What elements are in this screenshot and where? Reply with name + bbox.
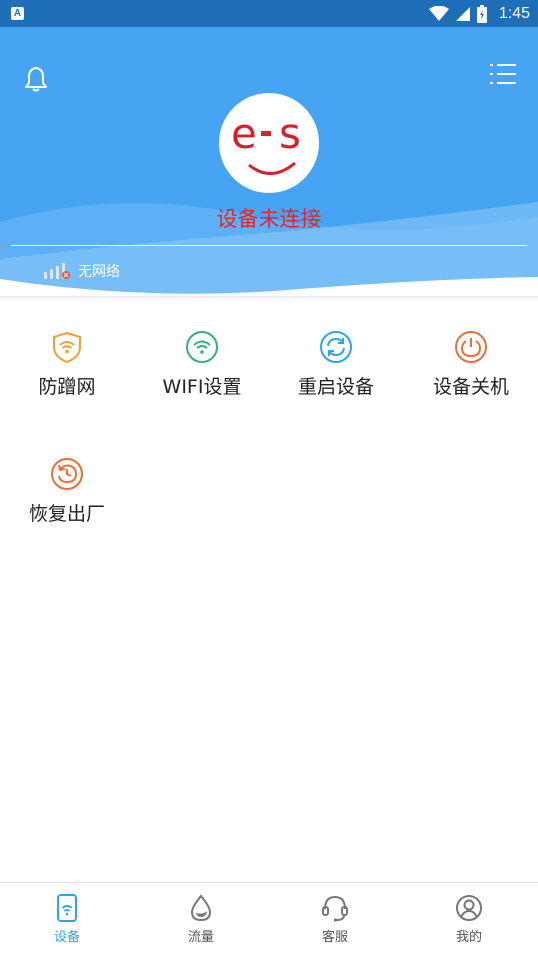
anti-leech-button[interactable]: 防蹭网: [0, 330, 134, 420]
app-notification-icon: A: [11, 7, 24, 20]
nav-tab-device[interactable]: 设备: [0, 883, 134, 954]
restart-device-label: 重启设备: [297, 376, 374, 398]
clock: 1:45: [498, 4, 530, 22]
header-shadow: [0, 296, 538, 300]
wifi-icon: [186, 331, 218, 363]
bell-icon[interactable]: [22, 65, 50, 93]
divider: [11, 245, 527, 246]
network-status-label: 无网络: [78, 264, 120, 280]
battery-icon: [476, 4, 487, 23]
network-indicator: 无网络: [44, 261, 120, 281]
wifi-settings-label: WIFI设置: [162, 376, 242, 398]
shutdown-device-label: 设备关机: [432, 376, 509, 398]
brand-logo: e s: [219, 93, 319, 193]
svg-text:e: e: [231, 109, 257, 158]
nav-label-device: 设备: [53, 930, 80, 945]
factory-reset-label: 恢复出厂: [28, 503, 105, 525]
nav-label-support: 客服: [321, 930, 348, 945]
nav-label-mine: 我的: [455, 930, 482, 945]
device-header: e s 设备未连接 无网络: [0, 27, 538, 297]
menu-list-icon[interactable]: [490, 61, 516, 87]
restore-icon: [51, 458, 83, 490]
svg-text:s: s: [279, 109, 301, 158]
profile-icon: [456, 895, 482, 921]
power-icon: [455, 331, 487, 363]
wifi-settings-button[interactable]: WIFI设置: [135, 330, 269, 420]
logo-face-icon: e s: [231, 109, 301, 175]
nav-label-traffic: 流量: [187, 930, 214, 945]
cell-signal-icon: [455, 6, 470, 21]
bottom-navigation: 设备 流量 客服 我的: [0, 882, 538, 954]
connection-status: 设备未连接: [216, 207, 322, 231]
nav-tab-traffic[interactable]: 流量: [134, 883, 268, 954]
headset-icon: [322, 895, 348, 922]
anti-leech-label: 防蹭网: [38, 376, 96, 398]
drop-icon: [190, 894, 212, 922]
status-icons: 1:45: [428, 0, 530, 27]
wifi-signal-icon: [428, 5, 449, 21]
refresh-icon: [320, 331, 352, 363]
no-signal-icon: [44, 263, 70, 279]
shutdown-device-button[interactable]: 设备关机: [404, 330, 538, 420]
nav-tab-mine[interactable]: 我的: [402, 883, 536, 954]
restart-device-button[interactable]: 重启设备: [269, 330, 403, 420]
device-icon: [57, 894, 77, 922]
nav-tab-support[interactable]: 客服: [268, 883, 402, 954]
shield-wifi-icon: [53, 331, 81, 364]
factory-reset-button[interactable]: 恢复出厂: [0, 457, 134, 547]
status-bar: A 1:45: [0, 0, 538, 27]
